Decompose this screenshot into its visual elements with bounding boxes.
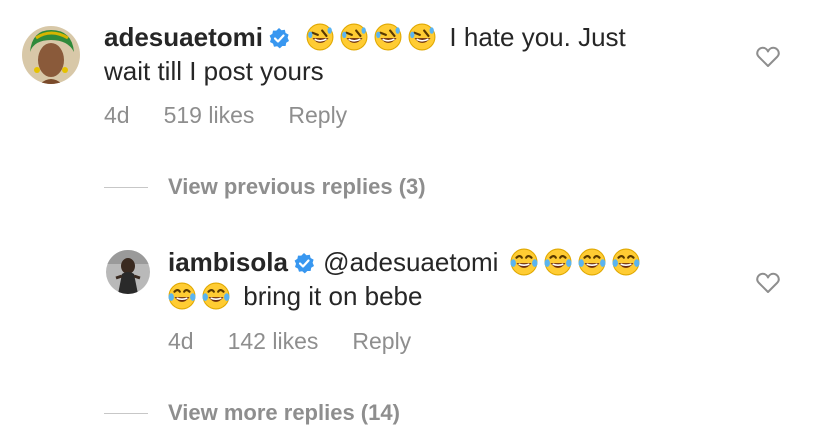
comment-text-line2: bring it on bebe (243, 281, 423, 311)
comment-text-line2: wait till I post yours (104, 56, 324, 86)
avatar[interactable] (22, 26, 80, 84)
reply-button[interactable]: Reply (352, 328, 411, 355)
rofl-emoji-icon (340, 23, 369, 51)
joy-emoji-icon (509, 248, 538, 276)
comment-text-line1: I hate you. Just (449, 22, 626, 52)
verified-badge-icon (268, 28, 289, 49)
verified-badge-icon (293, 253, 314, 274)
view-previous-replies-button[interactable]: View previous replies (3) (104, 174, 426, 200)
timestamp: 4d (104, 102, 130, 128)
comment-body: adesuaetomi I hate you. Just wait till I… (104, 20, 724, 88)
joy-emoji-icon (577, 248, 606, 276)
rofl-emoji-icon (374, 23, 403, 51)
likes-count[interactable]: 142 likes (228, 328, 319, 355)
view-more-replies-label: View more replies (14) (168, 400, 400, 425)
heart-outline-icon[interactable] (756, 46, 780, 68)
rofl-emoji-icon (408, 23, 437, 51)
divider (104, 186, 148, 188)
comment-body: iambisola @adesuaetomi bring it on bebe (168, 245, 728, 313)
view-previous-replies-label: View previous replies (3) (168, 174, 426, 199)
mention-link[interactable]: @adesuaetomi (323, 247, 498, 277)
timestamp: 4d (168, 328, 194, 354)
joy-emoji-icon (168, 282, 196, 310)
view-more-replies-button[interactable]: View more replies (14) (104, 400, 400, 426)
likes-count[interactable]: 519 likes (164, 102, 255, 129)
username[interactable]: iambisola (168, 247, 288, 277)
joy-emoji-icon (202, 282, 230, 310)
comment-meta: 4d 519 likes Reply (104, 102, 347, 129)
avatar-photo-icon (106, 250, 150, 294)
divider (104, 412, 148, 414)
heart-outline-icon[interactable] (756, 272, 780, 294)
rofl-emoji-icon (306, 23, 335, 51)
username[interactable]: adesuaetomi (104, 22, 263, 52)
comment-meta: 4d 142 likes Reply (168, 328, 411, 355)
avatar[interactable] (106, 250, 150, 294)
reply-button[interactable]: Reply (288, 102, 347, 129)
joy-emoji-icon (543, 248, 572, 276)
joy-emoji-icon (611, 248, 640, 276)
avatar-photo-icon (22, 26, 80, 84)
